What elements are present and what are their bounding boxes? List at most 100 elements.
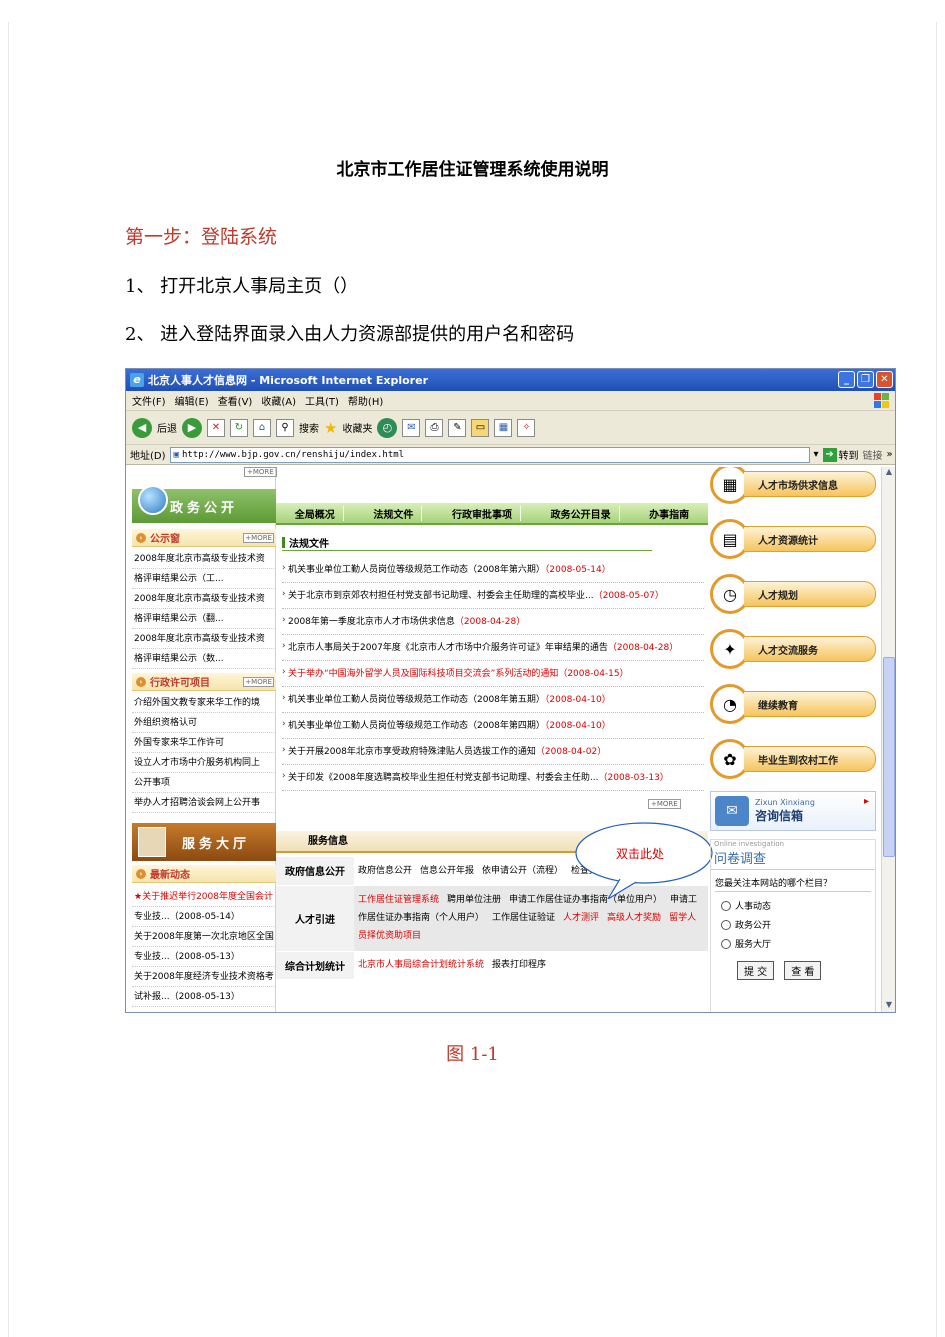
news-title[interactable]: 关于开展2008年北京市享受政府特殊津贴人员选拔工作的通知 <box>288 747 536 757</box>
links-overflow-icon[interactable]: » <box>887 449 893 460</box>
nav-item[interactable]: 法规文件 <box>365 505 423 521</box>
menu-item[interactable]: 查看(V) <box>218 393 253 408</box>
list-item[interactable]: 2008年度北京市高级专业技术资 <box>132 589 276 609</box>
list-item[interactable]: 举办人才招聘洽谈会网上公开事 <box>132 793 276 813</box>
vertical-scrollbar[interactable]: ▲ ▼ <box>881 467 895 1012</box>
gov-open-banner[interactable]: 政务公开 <box>132 485 276 523</box>
news-title[interactable]: 机关事业单位工勤人员岗位等级规范工作动态（2008年第四期） <box>288 721 545 731</box>
service-link[interactable]: 聘用单位注册 <box>447 895 501 905</box>
news-item[interactable]: 机关事业单位工勤人员岗位等级规范工作动态（2008年第六期）（2008-05-1… <box>282 557 704 583</box>
news-item[interactable]: 关于举办“中国海外留学人员及国际科技项目交流会”系列活动的通知（2008-04-… <box>282 661 704 687</box>
survey-view-button[interactable]: 查 看 <box>784 961 822 980</box>
research-icon[interactable]: ▦ <box>494 418 513 437</box>
service-link[interactable]: 工作居住证验证 <box>492 913 555 923</box>
menu-item[interactable]: 帮助(H) <box>348 393 383 408</box>
forward-icon[interactable]: ▶ <box>182 417 202 438</box>
news-title[interactable]: 北京市人事局关于2007年度《北京市人才市场中介服务许可证》年审结果的通告 <box>288 643 608 653</box>
discuss-icon[interactable]: ▭ <box>471 418 490 437</box>
radio-button[interactable] <box>721 900 731 911</box>
menu-item[interactable]: 编辑(E) <box>175 393 209 408</box>
consult-mailbox-button[interactable]: ✉ Zixun Xinxiang 咨询信箱 ▸ <box>710 791 876 831</box>
list-item[interactable]: 关于2008年度第一次北京地区全国 <box>132 927 276 947</box>
list-item[interactable]: 专业技...（2008-05-13） <box>132 947 276 967</box>
list-item[interactable]: 外国专家来华工作许可 <box>132 733 276 753</box>
favorites-label[interactable]: 收藏夹 <box>342 420 372 435</box>
service-link[interactable]: 报表打印程序 <box>492 960 546 970</box>
right-nav-button[interactable]: ▦ 人才市场供求信息 <box>710 467 876 507</box>
news-item[interactable]: 关于印发《2008年度选聘高校毕业生担任村党支部书记助理、村委会主任助...（2… <box>282 765 704 791</box>
radio-button[interactable] <box>721 938 731 949</box>
nav-item[interactable]: 办事指南 <box>641 506 697 521</box>
search-icon[interactable]: ⚲ <box>276 418 294 437</box>
news-item[interactable]: 北京市人事局关于2007年度《北京市人才市场中介服务许可证》年审结果的通告（20… <box>282 635 704 661</box>
history-icon[interactable]: ◴ <box>377 417 398 438</box>
refresh-icon[interactable]: ↻ <box>230 418 248 437</box>
nav-item[interactable]: 行政审批事项 <box>444 505 521 521</box>
service-link[interactable]: 依申请公开（流程） <box>482 866 563 876</box>
back-icon[interactable]: ◀ <box>132 417 152 438</box>
service-link[interactable]: 人才测评 <box>563 913 599 923</box>
news-item[interactable]: 机关事业单位工勤人员岗位等级规范工作动态（2008年第四期）（2008-04-1… <box>282 713 704 739</box>
list-item[interactable]: 格评审结果公示（数... <box>132 649 276 669</box>
news-title[interactable]: 2008年第一季度北京市人才市场供求信息 <box>288 617 455 627</box>
list-item[interactable]: 格评审结果公示（翻... <box>132 609 276 629</box>
news-item[interactable]: 2008年第一季度北京市人才市场供求信息（2008-04-28） <box>282 609 704 635</box>
right-nav-button[interactable]: ◷ 人才规划 <box>710 571 876 617</box>
links-label[interactable]: 链接 <box>863 447 883 462</box>
right-nav-button[interactable]: ◔ 继续教育 <box>710 681 876 727</box>
survey-option[interactable]: 服务大厅 <box>711 934 875 953</box>
list-item[interactable]: 公开事项 <box>132 773 276 793</box>
minimize-icon[interactable]: _ <box>838 371 855 388</box>
list-item[interactable]: 专业技...（2008-05-14） <box>132 907 276 927</box>
mail-icon[interactable]: ✉ <box>402 418 421 437</box>
right-nav-button[interactable]: ✦ 人才交流服务 <box>710 626 876 672</box>
news-title[interactable]: 关于印发《2008年度选聘高校毕业生担任村党支部书记助理、村委会主任助... <box>288 773 599 783</box>
news-item[interactable]: 关于开展2008年北京市享受政府特殊津贴人员选拔工作的通知（2008-04-02… <box>282 739 704 765</box>
service-link[interactable]: 信息公开年报 <box>420 866 474 876</box>
list-item[interactable]: 外组织资格认可 <box>132 713 276 733</box>
service-hall-banner[interactable]: 服务大厅 <box>132 823 276 861</box>
service-link[interactable]: 工作居住证管理系统 <box>358 895 439 905</box>
home-icon[interactable]: ⌂ <box>253 418 271 437</box>
close-icon[interactable]: ✕ <box>876 371 893 388</box>
restore-icon[interactable]: ❐ <box>857 371 874 388</box>
more-link-top[interactable]: +MORE <box>244 467 277 477</box>
survey-option[interactable]: 人事动态 <box>711 896 875 915</box>
news-item[interactable]: 关于北京市到京郊农村担任村党支部书记助理、村委会主任助理的高校毕业...（200… <box>282 583 704 609</box>
scroll-up-icon[interactable]: ▲ <box>882 467 895 480</box>
nav-item[interactable]: 全局概况 <box>287 505 344 521</box>
admin-more-link[interactable]: +MORE <box>243 676 274 687</box>
address-value[interactable]: http://www.bjp.gov.cn/renshiju/index.htm… <box>182 450 404 460</box>
stop-icon[interactable]: ✕ <box>207 418 225 437</box>
news-title[interactable]: 机关事业单位工勤人员岗位等级规范工作动态（2008年第六期） <box>288 565 545 575</box>
menu-item[interactable]: 收藏(A) <box>261 393 296 408</box>
list-item[interactable]: 2008年度北京市高级专业技术资 <box>132 549 276 569</box>
service-link[interactable]: 高级人才奖励 <box>607 913 661 923</box>
list-item[interactable]: 介绍外国文教专家来华工作的境 <box>132 693 276 713</box>
list-item[interactable]: 关于2008年度经济专业技术资格考 <box>132 967 276 987</box>
menu-item[interactable]: 文件(F) <box>132 393 166 408</box>
right-nav-button[interactable]: ✿ 毕业生到农村工作 <box>710 736 876 782</box>
law-more-link[interactable]: +MORE <box>648 799 681 809</box>
survey-submit-button[interactable]: 提 交 <box>737 961 775 980</box>
back-label[interactable]: 后退 <box>157 420 177 435</box>
news-title[interactable]: 机关事业单位工勤人员岗位等级规范工作动态（2008年第五期） <box>288 695 545 705</box>
edit-icon[interactable]: ✎ <box>448 418 467 437</box>
search-label[interactable]: 搜索 <box>299 420 319 435</box>
menu-item[interactable]: 工具(T) <box>305 393 339 408</box>
messenger-icon[interactable]: ✧ <box>517 418 536 437</box>
list-item[interactable]: ★关于推迟举行2008年度全国会计 <box>132 887 276 907</box>
scrollbar-thumb[interactable] <box>883 657 895 857</box>
right-nav-button[interactable]: ▤ 人才资源统计 <box>710 516 876 562</box>
survey-option[interactable]: 政务公开 <box>711 915 875 934</box>
address-dropdown-icon[interactable]: ▾ <box>814 449 819 460</box>
service-link[interactable]: 政府信息公开 <box>358 866 412 876</box>
list-item[interactable]: 设立人才市场中介服务机构同上 <box>132 753 276 773</box>
news-title[interactable]: 关于北京市到京郊农村担任村党支部书记助理、村委会主任助理的高校毕业... <box>288 591 594 601</box>
favorites-icon[interactable]: ★ <box>324 419 337 437</box>
scroll-down-icon[interactable]: ▼ <box>882 1000 895 1012</box>
list-item[interactable]: 格评审结果公示（工... <box>132 569 276 589</box>
notice-more-link[interactable]: +MORE <box>243 532 274 543</box>
service-link[interactable]: 北京市人事局综合计划统计系统 <box>358 960 484 970</box>
go-button[interactable]: ➔ 转到 <box>822 447 859 462</box>
